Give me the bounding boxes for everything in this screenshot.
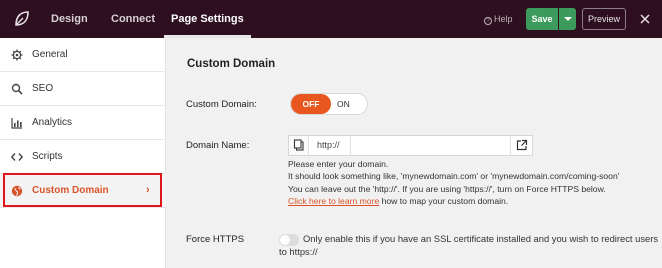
help-line: You can leave out the 'http://'. If you …	[288, 183, 606, 194]
save-dropdown-chevron-down-icon[interactable]	[559, 8, 576, 30]
toggle-off-option[interactable]: OFF	[291, 94, 331, 114]
page-title: Custom Domain	[187, 58, 276, 70]
close-icon[interactable]	[638, 12, 652, 26]
top-bar: Design Connect Page Settings ? Help Save …	[0, 0, 662, 38]
sidebar-item-analytics[interactable]: Analytics	[0, 106, 166, 140]
copy-icon	[293, 139, 304, 151]
seedprod-leaf-icon[interactable]	[13, 10, 31, 28]
help-line: Please enter your domain.	[288, 159, 389, 169]
force-https-description-cont: to https://	[279, 246, 318, 257]
sidebar-item-scripts[interactable]: Scripts	[0, 140, 166, 174]
sidebar-item-label: Scripts	[32, 151, 63, 162]
save-button[interactable]: Save	[526, 8, 558, 30]
learn-more-link[interactable]: Click here to learn more	[288, 196, 379, 206]
help-line: Click here to learn more how to map your…	[288, 195, 619, 207]
code-icon	[11, 153, 23, 161]
gear-icon	[11, 49, 23, 61]
domain-value-input[interactable]	[353, 136, 508, 155]
force-https-label: Force HTTPS	[186, 234, 245, 245]
highlight-annotation	[3, 173, 162, 207]
open-link-button[interactable]	[510, 136, 532, 155]
search-icon	[11, 83, 23, 95]
sidebar-item-general[interactable]: General	[0, 38, 166, 72]
settings-sidebar: General SEO Analytics Scripts Custom Dom…	[0, 38, 166, 268]
copy-button[interactable]	[289, 136, 309, 155]
force-https-description: Only enable this if you have an SSL cert…	[303, 233, 659, 244]
url-prefix: http://	[311, 136, 351, 155]
preview-button[interactable]: Preview	[582, 8, 626, 30]
tab-design[interactable]: Design	[51, 0, 88, 38]
toggle-on-option[interactable]: ON	[337, 94, 350, 114]
learn-more-suffix: how to map your custom domain.	[379, 195, 509, 206]
settings-panel: Custom Domain Custom Domain: OFF ON Doma…	[167, 38, 662, 268]
custom-domain-label: Custom Domain:	[186, 99, 257, 110]
bar-chart-icon	[11, 118, 22, 129]
tab-connect[interactable]: Connect	[111, 0, 155, 38]
sidebar-item-label: General	[32, 49, 68, 60]
tab-page-settings[interactable]: Page Settings	[164, 0, 251, 38]
help-line: It should look something like, 'mynewdom…	[288, 171, 620, 182]
domain-name-label: Domain Name:	[186, 140, 250, 151]
sidebar-item-seo[interactable]: SEO	[0, 72, 166, 106]
external-link-icon	[516, 139, 528, 151]
question-circle-icon: ?	[484, 17, 492, 25]
sidebar-item-label: Analytics	[32, 117, 73, 128]
custom-domain-toggle[interactable]: OFF ON	[290, 93, 368, 115]
help-link[interactable]: ? Help	[484, 0, 513, 38]
domain-help-text: Please enter your domain. It should look…	[288, 158, 619, 207]
help-label: Help	[494, 14, 513, 24]
sidebar-item-label: SEO	[32, 83, 54, 94]
domain-name-field[interactable]: http://	[288, 135, 533, 156]
